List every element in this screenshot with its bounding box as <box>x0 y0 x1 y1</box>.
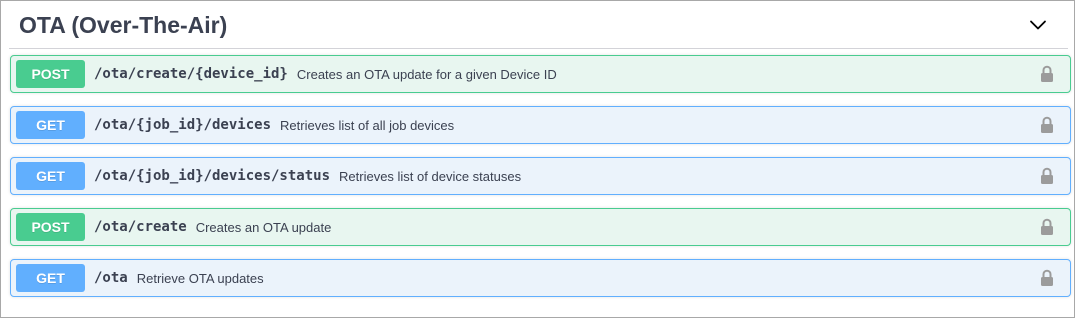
method-badge: GET <box>16 264 85 292</box>
operation-get-ota-job-id-devices[interactable]: GET /ota/{job_id}/devices Retrieves list… <box>10 106 1071 144</box>
operation-path: /ota <box>94 270 128 286</box>
lock-icon[interactable] <box>1040 269 1054 287</box>
lock-icon[interactable] <box>1040 65 1054 83</box>
api-tag-section: OTA (Over-The-Air) POST /ota/create/{dev… <box>0 0 1075 318</box>
lock-icon[interactable] <box>1040 116 1054 134</box>
operation-post-ota-create[interactable]: POST /ota/create Creates an OTA update <box>10 208 1071 246</box>
section-title: OTA (Over-The-Air) <box>19 11 228 38</box>
operation-path: /ota/{job_id}/devices <box>94 117 272 133</box>
operation-get-ota[interactable]: GET /ota Retrieve OTA updates <box>10 259 1071 297</box>
operation-description: Retrieves list of all job devices <box>280 117 455 133</box>
section-header[interactable]: OTA (Over-The-Air) <box>9 2 1068 49</box>
operation-path: /ota/create/{device_id} <box>94 66 288 82</box>
operations-list: POST /ota/create/{device_id} Creates an … <box>10 55 1071 310</box>
operation-description: Creates an OTA update <box>195 219 332 235</box>
operation-description: Retrieves list of device statuses <box>339 168 522 184</box>
operation-post-ota-create-device-id[interactable]: POST /ota/create/{device_id} Creates an … <box>10 55 1071 93</box>
operation-description: Creates an OTA update for a given Device… <box>296 66 557 82</box>
operation-get-ota-job-id-devices-status[interactable]: GET /ota/{job_id}/devices/status Retriev… <box>10 157 1071 195</box>
method-badge: GET <box>16 162 85 190</box>
method-badge: POST <box>16 213 85 241</box>
method-badge: POST <box>16 60 85 88</box>
operation-path: /ota/create <box>94 219 187 235</box>
lock-icon[interactable] <box>1040 167 1054 185</box>
operation-path: /ota/{job_id}/devices/status <box>94 168 331 184</box>
method-badge: GET <box>16 111 85 139</box>
lock-icon[interactable] <box>1040 218 1054 236</box>
chevron-down-icon[interactable] <box>1028 15 1048 35</box>
operation-description: Retrieve OTA updates <box>136 270 264 286</box>
